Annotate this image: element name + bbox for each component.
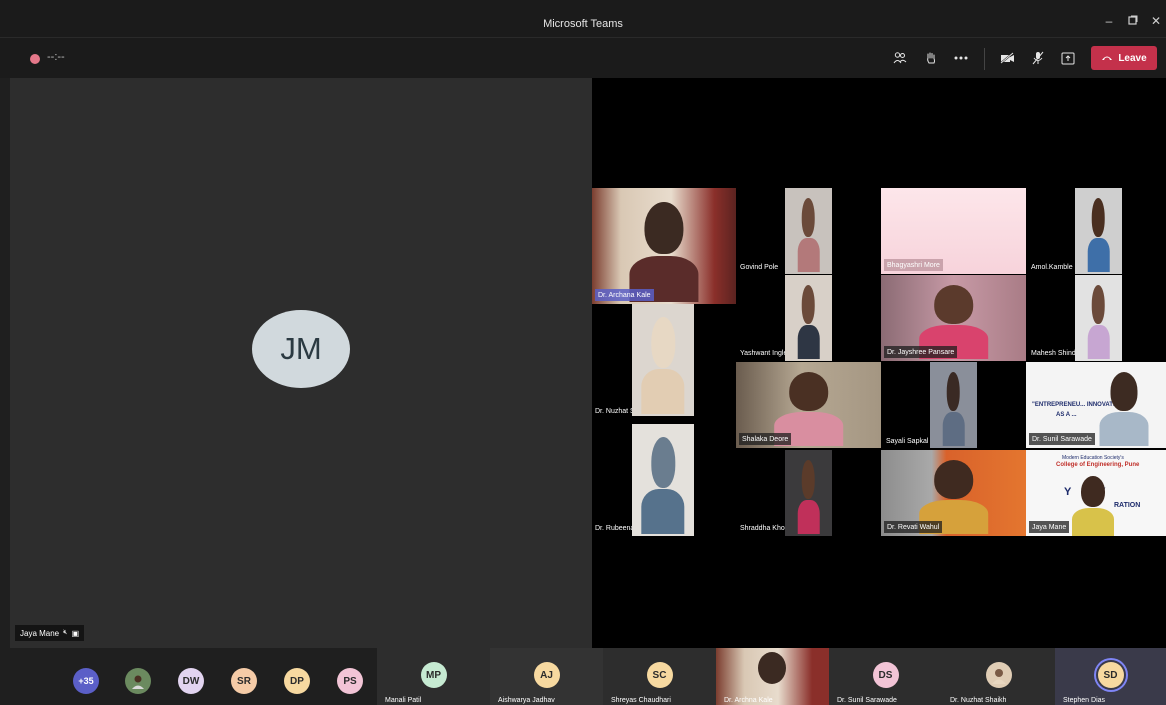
video-tile[interactable]	[632, 424, 694, 536]
avatar: SD	[1097, 662, 1124, 688]
video-tile[interactable]: Dr. Jayshree Pansare	[881, 275, 1026, 361]
participant-tile[interactable]: DS Dr. Sunil Sarawade	[829, 648, 942, 705]
mic-off-icon: 🔇︎	[63, 629, 68, 636]
raise-hand-icon[interactable]	[919, 46, 943, 70]
participant-name: Dr. Jayshree Pansare	[884, 346, 958, 358]
participant-name: Shalaka Deore	[739, 433, 792, 445]
video-tile[interactable]	[785, 275, 832, 361]
participant-tile[interactable]: Dr. Archna Kale	[716, 648, 829, 705]
video-tile[interactable]	[785, 450, 832, 536]
leave-button[interactable]: Leave	[1091, 46, 1157, 70]
teams-meeting-window: Microsoft Teams – ✕ --:-- Leave JM Jaya …	[0, 0, 1166, 705]
slide-college: College of Engineering, Pune	[1056, 462, 1140, 468]
participants-icon[interactable]	[888, 46, 912, 70]
minimize-icon[interactable]: –	[1101, 14, 1117, 28]
toolbar-divider	[984, 48, 985, 70]
participant-name: Dr. Archana Kale	[595, 289, 654, 301]
participant-name: Shreyas Chaudhari	[611, 697, 671, 704]
avatar[interactable]: DW	[178, 668, 204, 694]
avatar	[985, 662, 1012, 688]
participant-strip: +35 DW SR DP PS MP Manali Patil AJ Aishw…	[0, 648, 1166, 705]
avatar: MP	[420, 662, 447, 688]
pin-icon: ▣	[71, 628, 80, 638]
video-tile[interactable]	[1075, 188, 1122, 274]
video-tile[interactable]	[785, 188, 832, 274]
overflow-count[interactable]: +35	[73, 668, 99, 694]
more-options-icon[interactable]	[949, 46, 973, 70]
avatar: DS	[872, 662, 899, 688]
participant-name: Aishwarya Jadhav	[498, 697, 555, 704]
featured-name: Jaya Mane	[20, 628, 60, 638]
video-grid: Dr. Archana Kale Govind Pole Bhagyashri …	[592, 78, 1166, 648]
video-tile[interactable]: Shalaka Deore	[736, 362, 881, 448]
slide-tile[interactable]: "ENTREPRENEU... INNOVATION AS A ... Dr. …	[1026, 362, 1166, 448]
video-tile[interactable]: Modern Education Society's College of En…	[1026, 450, 1166, 536]
participant-name: Dr. Sunil Sarawade	[837, 697, 897, 704]
participant-name: Govind Pole	[740, 264, 779, 271]
slide-org: Modern Education Society's	[1062, 455, 1124, 461]
avatar[interactable]	[125, 668, 151, 694]
participant-name: Dr. Sunil Sarawade	[1029, 433, 1095, 445]
slide-big-text-2: RATION	[1114, 502, 1141, 509]
participant-tile[interactable]: MP Manali Patil	[377, 648, 490, 705]
hang-up-icon	[1102, 56, 1113, 60]
slide-subline: AS A ...	[1056, 412, 1077, 418]
avatar[interactable]: SR	[231, 668, 257, 694]
video-tile[interactable]: Dr. Archana Kale	[592, 188, 736, 304]
participant-name: Dr. Revati Wahul	[884, 521, 943, 533]
avatar: SC	[646, 662, 673, 688]
participant-tile[interactable]: Dr. Nuzhat Shaikh	[942, 648, 1055, 705]
participant-tile[interactable]: SC Shreyas Chaudhari	[603, 648, 716, 705]
video-tile[interactable]	[632, 304, 694, 416]
maximize-icon[interactable]	[1125, 14, 1141, 28]
participant-name: Jaya Mane	[1029, 521, 1070, 533]
participant-name: Dr. Nuzhat Shaikh	[950, 697, 1007, 704]
participant-name: Dr. Archna Kale	[724, 697, 773, 704]
participant-name: Bhagyashri More	[884, 259, 943, 271]
participant-tile[interactable]: SD Stephen Dias	[1055, 648, 1166, 705]
featured-avatar: JM	[252, 310, 350, 388]
mic-off-icon[interactable]	[1026, 46, 1050, 70]
featured-participant-stage[interactable]: JM Jaya Mane 🔇︎ ▣	[10, 78, 592, 648]
video-tile[interactable]: Dr. Revati Wahul	[881, 450, 1026, 536]
window-title: Microsoft Teams	[543, 18, 623, 30]
participant-tile[interactable]: AJ Aishwarya Jadhav	[490, 648, 603, 705]
title-bar: Microsoft Teams – ✕	[0, 0, 1166, 38]
close-icon[interactable]: ✕	[1148, 14, 1164, 28]
participant-name: Amol.Kamble	[1031, 264, 1073, 271]
video-tile[interactable]	[930, 362, 977, 448]
video-tile[interactable]: Bhagyashri More	[881, 188, 1026, 274]
participant-name: Mahesh Shinde	[1031, 350, 1080, 357]
camera-off-icon[interactable]	[996, 46, 1020, 70]
meeting-toolbar: --:-- Leave	[0, 38, 1166, 78]
participant-name: Sayali Sapkal	[886, 438, 929, 445]
participant-name: Yashwant Ingle	[740, 350, 788, 357]
avatar[interactable]: DP	[284, 668, 310, 694]
participant-name: Manali Patil	[385, 697, 422, 704]
avatar[interactable]: PS	[337, 668, 363, 694]
video-tile[interactable]	[1075, 275, 1122, 361]
avatar: AJ	[533, 662, 560, 688]
recording-indicator	[30, 54, 40, 64]
meeting-timer: --:--	[47, 51, 65, 63]
leave-button-label: Leave	[1118, 52, 1147, 64]
participant-name: Stephen Dias	[1063, 697, 1106, 704]
share-screen-icon[interactable]	[1056, 46, 1080, 70]
featured-name-tag: Jaya Mane 🔇︎ ▣	[15, 625, 85, 641]
